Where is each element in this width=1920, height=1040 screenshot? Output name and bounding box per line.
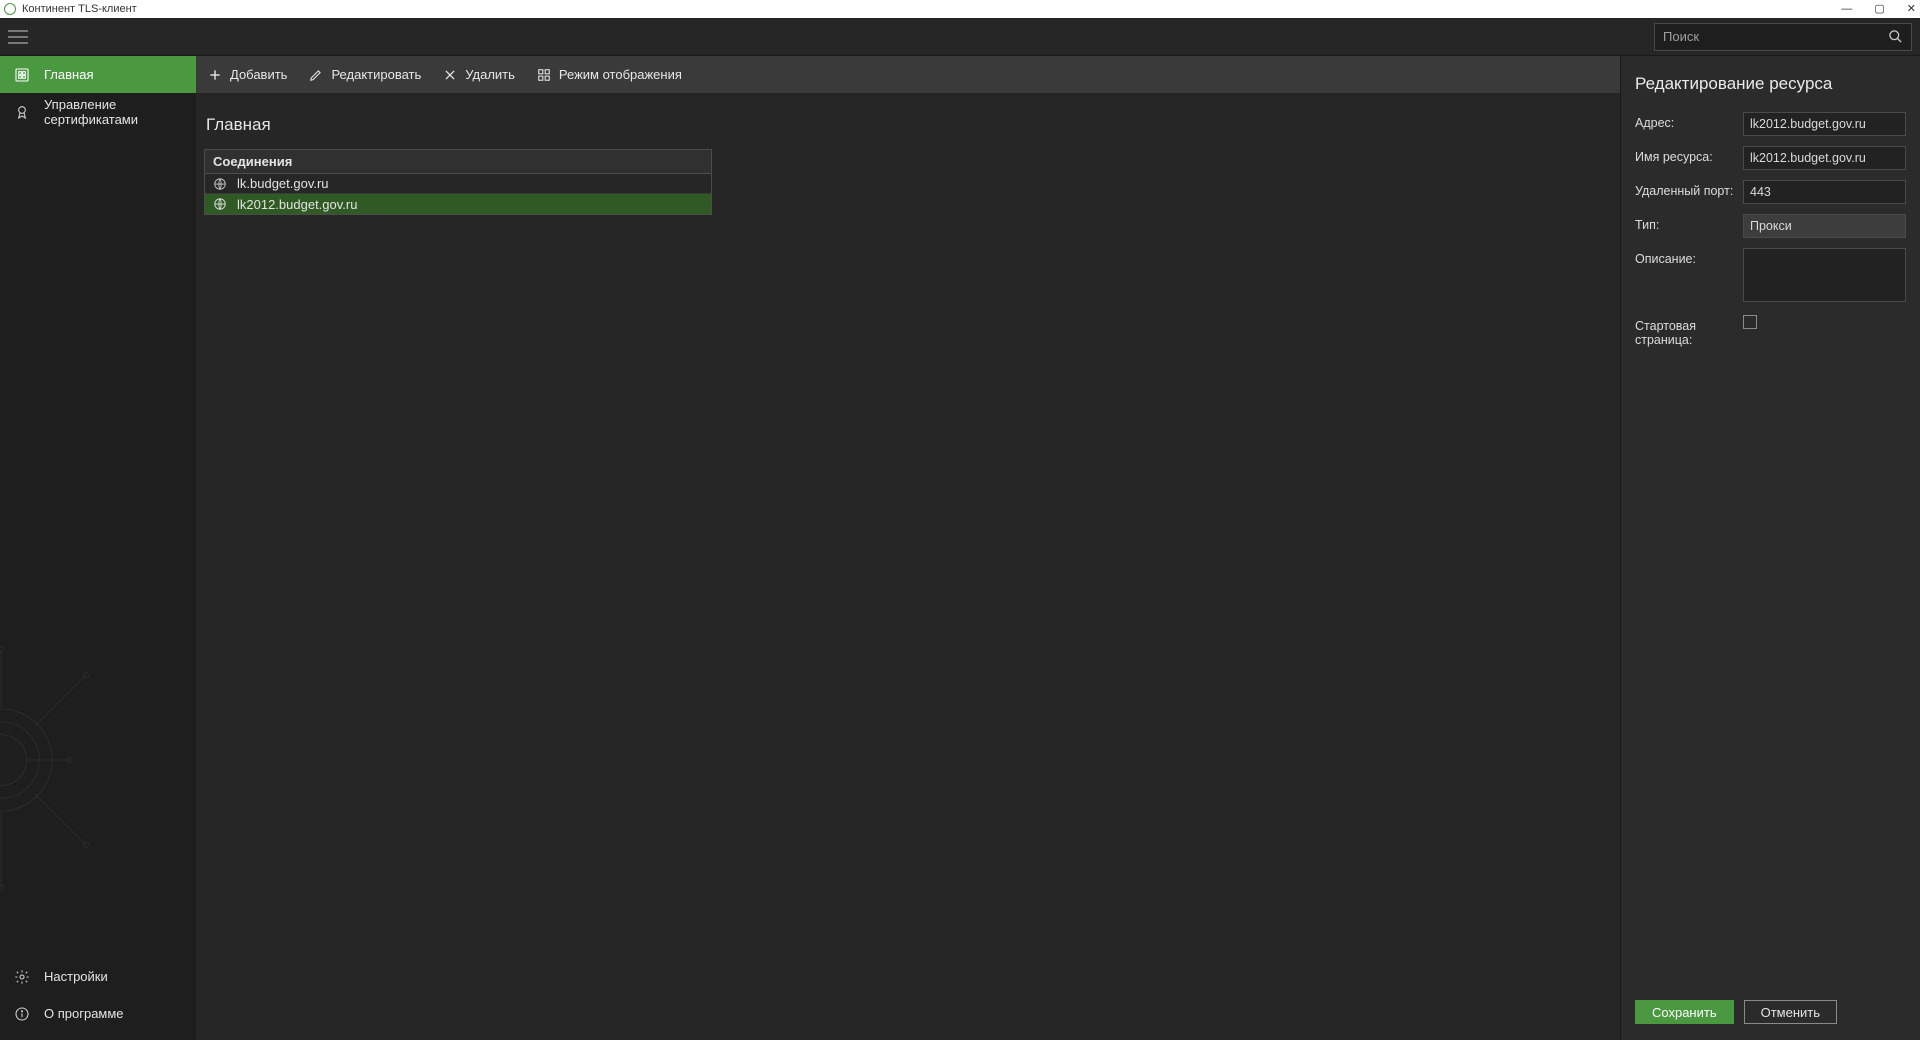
input-address[interactable] [1743, 112, 1906, 136]
sidebar-bottom: Настройки О программе [0, 958, 196, 1040]
page-title: Главная [206, 115, 1602, 135]
label-name: Имя ресурса: [1635, 146, 1743, 164]
toolbar-label: Удалить [465, 67, 515, 82]
toolbar: Добавить Редактировать Удалить Режим ото… [196, 56, 1620, 93]
decorative-circuit [0, 610, 120, 910]
connection-row[interactable]: lk2012.budget.gov.ru [205, 194, 711, 214]
info-icon [14, 1006, 30, 1022]
edit-panel: Редактирование ресурса Адрес: Имя ресурс… [1620, 56, 1920, 1040]
gear-icon [14, 969, 30, 985]
hamburger-menu[interactable] [8, 30, 28, 44]
sidebar: Главная Управление сертификатами Нас [0, 56, 196, 1040]
label-address: Адрес: [1635, 112, 1743, 130]
label-description: Описание: [1635, 248, 1743, 266]
textarea-description[interactable] [1743, 248, 1906, 302]
field-description: Описание: [1635, 248, 1906, 305]
topbar [0, 18, 1920, 56]
certificate-icon [14, 104, 30, 120]
main-layout: Главная Управление сертификатами Нас [0, 56, 1920, 1040]
titlebar-left: Континент TLS-клиент [4, 3, 137, 15]
sidebar-item-settings[interactable]: Настройки [0, 958, 196, 995]
edit-button[interactable]: Редактировать [309, 67, 421, 82]
display-mode-button[interactable]: Режим отображения [537, 67, 682, 82]
sidebar-item-certificates[interactable]: Управление сертификатами [0, 93, 196, 130]
field-port: Удаленный порт: [1635, 180, 1906, 204]
panel-title: Редактирование ресурса [1635, 74, 1906, 94]
input-name[interactable] [1743, 146, 1906, 170]
delete-button[interactable]: Удалить [443, 67, 515, 82]
app-icon [4, 3, 16, 15]
panel-footer: Сохранить Отменить [1621, 988, 1920, 1040]
toolbar-label: Добавить [230, 67, 287, 82]
sidebar-item-label: О программе [44, 1006, 124, 1021]
search-icon[interactable] [1888, 29, 1903, 44]
x-icon [443, 68, 457, 82]
label-startpage: Стартовая страница: [1635, 315, 1743, 347]
checkbox-startpage[interactable] [1743, 315, 1757, 329]
sidebar-item-about[interactable]: О программе [0, 995, 196, 1032]
field-name: Имя ресурса: [1635, 146, 1906, 170]
save-button[interactable]: Сохранить [1635, 1000, 1734, 1024]
label-port: Удаленный порт: [1635, 180, 1743, 198]
grid-icon [537, 68, 551, 82]
input-port[interactable] [1743, 180, 1906, 204]
cancel-button[interactable]: Отменить [1744, 1000, 1837, 1024]
app-title: Континент TLS-клиент [22, 3, 137, 15]
maximize-button[interactable]: ▢ [1874, 4, 1884, 15]
field-type: Тип: Прокси [1635, 214, 1906, 238]
connection-label: lk2012.budget.gov.ru [237, 197, 357, 212]
window-controls: — ▢ ✕ [1841, 4, 1916, 15]
field-startpage: Стартовая страница: [1635, 315, 1906, 347]
select-type[interactable]: Прокси [1743, 214, 1906, 238]
home-icon [14, 67, 30, 83]
add-button[interactable]: Добавить [208, 67, 287, 82]
globe-icon [213, 197, 227, 211]
label-type: Тип: [1635, 214, 1743, 232]
toolbar-label: Редактировать [331, 67, 421, 82]
pencil-icon [309, 68, 323, 82]
edit-panel-body: Редактирование ресурса Адрес: Имя ресурс… [1621, 56, 1920, 988]
toolbar-label: Режим отображения [559, 67, 682, 82]
sidebar-item-label: Настройки [44, 969, 108, 984]
plus-icon [208, 68, 222, 82]
content-column: Добавить Редактировать Удалить Режим ото… [196, 56, 1620, 1040]
sidebar-item-label: Главная [44, 67, 93, 82]
connection-label: lk.budget.gov.ru [237, 176, 329, 191]
sidebar-item-main[interactable]: Главная [0, 56, 196, 93]
close-button[interactable]: ✕ [1907, 4, 1916, 15]
minimize-button[interactable]: — [1841, 4, 1852, 15]
sidebar-item-label: Управление сертификатами [44, 97, 182, 127]
window-titlebar: Континент TLS-клиент — ▢ ✕ [0, 0, 1920, 18]
connection-row[interactable]: lk.budget.gov.ru [205, 174, 711, 194]
globe-icon [213, 177, 227, 191]
connections-header: Соединения [205, 150, 711, 174]
search-box[interactable] [1654, 23, 1912, 51]
field-address: Адрес: [1635, 112, 1906, 136]
search-input[interactable] [1663, 29, 1888, 44]
content-body: Главная Соединения lk.budget.gov.ru lk20… [196, 93, 1620, 1040]
connections-table: Соединения lk.budget.gov.ru lk2012.budge… [204, 149, 712, 215]
